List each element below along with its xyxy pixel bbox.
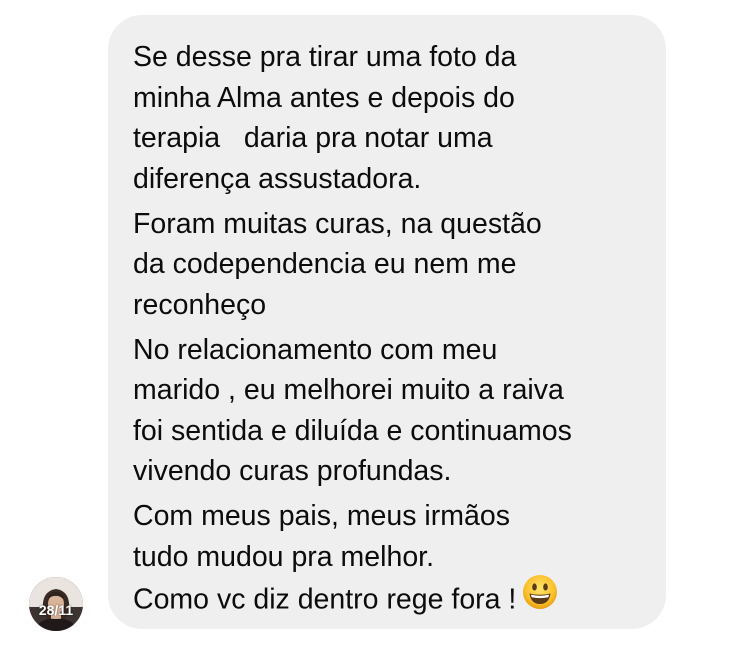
message-line: terapia daria pra notar uma bbox=[133, 122, 493, 154]
message-line: reconheço bbox=[133, 288, 267, 321]
message-line: marido , eu melhorei muito a raiva bbox=[133, 374, 564, 406]
chat-view: Se desse pra tirar uma foto da minha Alm… bbox=[0, 0, 750, 665]
message-line: tudo mudou pra melhor. bbox=[133, 540, 435, 573]
message-paragraph-2: Foram muitas curas, na questão da codepe… bbox=[133, 204, 646, 326]
message-line-text: Como vc diz dentro rege fora ! bbox=[133, 583, 517, 616]
message-line: da codependencia eu nem me bbox=[133, 248, 517, 280]
message-line: minha Alma antes e depois do bbox=[133, 81, 515, 114]
message-line: foi sentida e diluída e continuamos bbox=[133, 414, 572, 447]
message-line: Foram muitas curas, na questão bbox=[133, 207, 542, 240]
message-line: diferença assustadora. bbox=[133, 162, 422, 195]
message-paragraph-3: No relacionamento com meu marido , eu me… bbox=[133, 330, 646, 492]
message-paragraph-4: Com meus pais, meus irmãos tudo mudou pr… bbox=[133, 496, 646, 625]
message-line: Com meus pais, meus irmãos bbox=[133, 500, 510, 532]
message-line: No relacionamento com meu bbox=[133, 333, 498, 366]
message-bubble[interactable]: Se desse pra tirar uma foto da minha Alm… bbox=[108, 15, 666, 629]
message-paragraph-1: Se desse pra tirar uma foto da minha Alm… bbox=[133, 37, 646, 199]
avatar-date-label: 28/11 bbox=[38, 602, 74, 618]
message-last-line: Como vc diz dentro rege fora ! bbox=[133, 574, 646, 625]
grinning-face-emoji-icon bbox=[522, 574, 558, 622]
message-line: vivendo curas profundas. bbox=[133, 455, 452, 487]
message-line: Se desse pra tirar uma foto da bbox=[133, 41, 517, 73]
avatar[interactable]: 28/11 bbox=[29, 577, 83, 631]
